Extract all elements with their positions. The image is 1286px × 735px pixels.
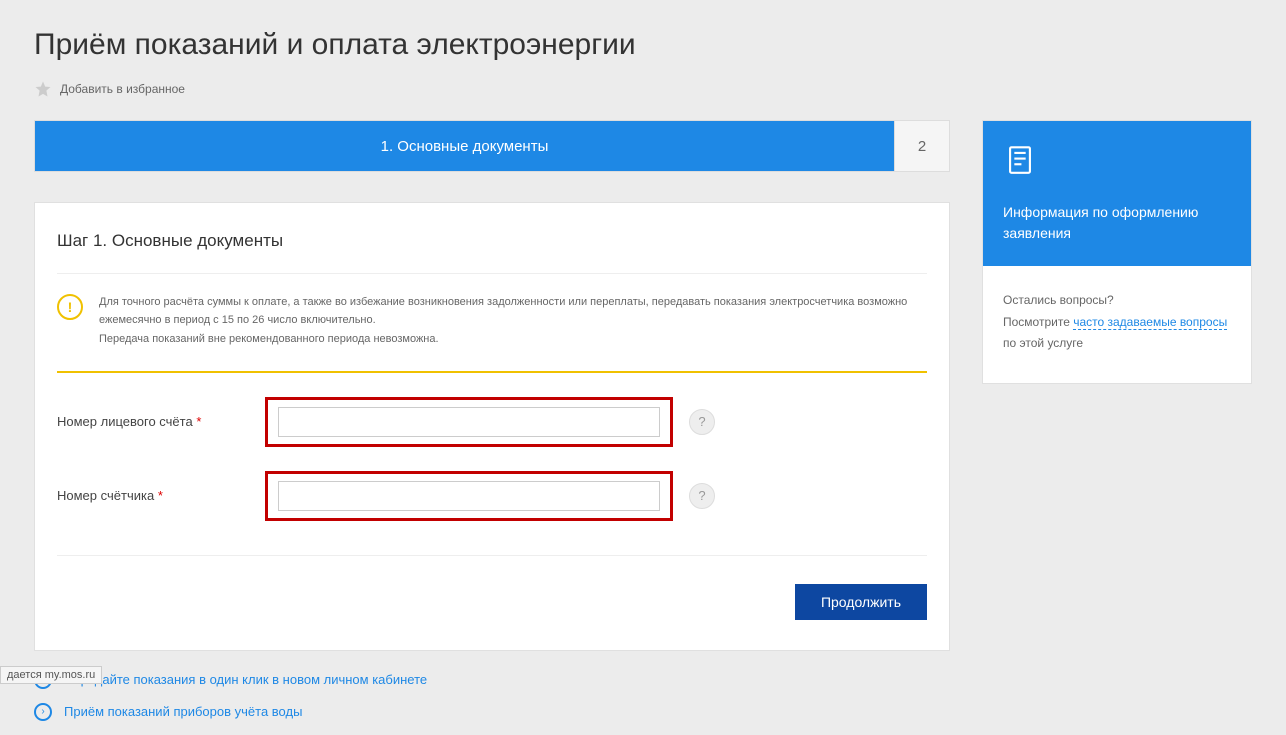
- required-mark: *: [196, 414, 201, 429]
- button-row: Продолжить: [57, 555, 927, 620]
- step-1[interactable]: 1. Основные документы: [35, 121, 894, 171]
- meter-help-button[interactable]: ?: [689, 483, 715, 509]
- arrow-right-icon: ›: [34, 703, 52, 721]
- required-mark: *: [158, 488, 163, 503]
- info-text: Для точного расчёта суммы к оплате, а та…: [99, 294, 927, 351]
- warning-icon: !: [57, 294, 83, 320]
- info-line-2: Передача показаний вне рекомендованного …: [99, 331, 927, 349]
- meter-input-highlight: [265, 471, 673, 521]
- status-bar: дается my.mos.ru: [0, 666, 102, 684]
- step-2[interactable]: 2: [894, 121, 949, 171]
- link-water-readings[interactable]: Приём показаний приборов учёта воды: [64, 704, 302, 719]
- faq-link[interactable]: часто задаваемые вопросы: [1073, 315, 1227, 330]
- favorite-label: Добавить в избранное: [60, 82, 185, 96]
- continue-button[interactable]: Продолжить: [795, 584, 927, 620]
- account-input-highlight: [265, 397, 673, 447]
- faq-prompt-3: по этой услуге: [1003, 333, 1231, 355]
- faq-prompt-2: Посмотрите: [1003, 315, 1073, 329]
- document-icon: [1003, 143, 1231, 182]
- account-row: Номер лицевого счёта * ?: [57, 397, 927, 447]
- form-card: Шаг 1. Основные документы ! Для точного …: [34, 202, 950, 651]
- info-panel: Информация по оформлению заявления Остал…: [982, 120, 1252, 384]
- add-favorite[interactable]: Добавить в избранное: [34, 80, 1252, 98]
- account-help-button[interactable]: ?: [689, 409, 715, 435]
- meter-input[interactable]: [278, 481, 660, 511]
- info-line-1: Для точного расчёта суммы к оплате, а та…: [99, 294, 927, 329]
- info-panel-body: Остались вопросы? Посмотрите часто задав…: [983, 266, 1251, 383]
- info-panel-title: Информация по оформлению заявления: [1003, 202, 1231, 244]
- star-icon: [34, 80, 52, 98]
- meter-row: Номер счётчика * ?: [57, 471, 927, 521]
- step-heading: Шаг 1. Основные документы: [57, 231, 927, 274]
- account-label: Номер лицевого счёта *: [57, 414, 265, 429]
- account-input[interactable]: [278, 407, 660, 437]
- stepper: 1. Основные документы 2: [34, 120, 950, 172]
- link-new-cabinet[interactable]: Передайте показания в один клик в новом …: [64, 672, 427, 687]
- meter-label: Номер счётчика *: [57, 488, 265, 503]
- faq-prompt-1: Остались вопросы?: [1003, 290, 1231, 312]
- page-title: Приём показаний и оплата электроэнергии: [34, 28, 1252, 62]
- info-box: ! Для точного расчёта суммы к оплате, а …: [57, 274, 927, 373]
- bottom-links: › Передайте показания в один клик в ново…: [34, 671, 950, 721]
- info-panel-header: Информация по оформлению заявления: [983, 121, 1251, 266]
